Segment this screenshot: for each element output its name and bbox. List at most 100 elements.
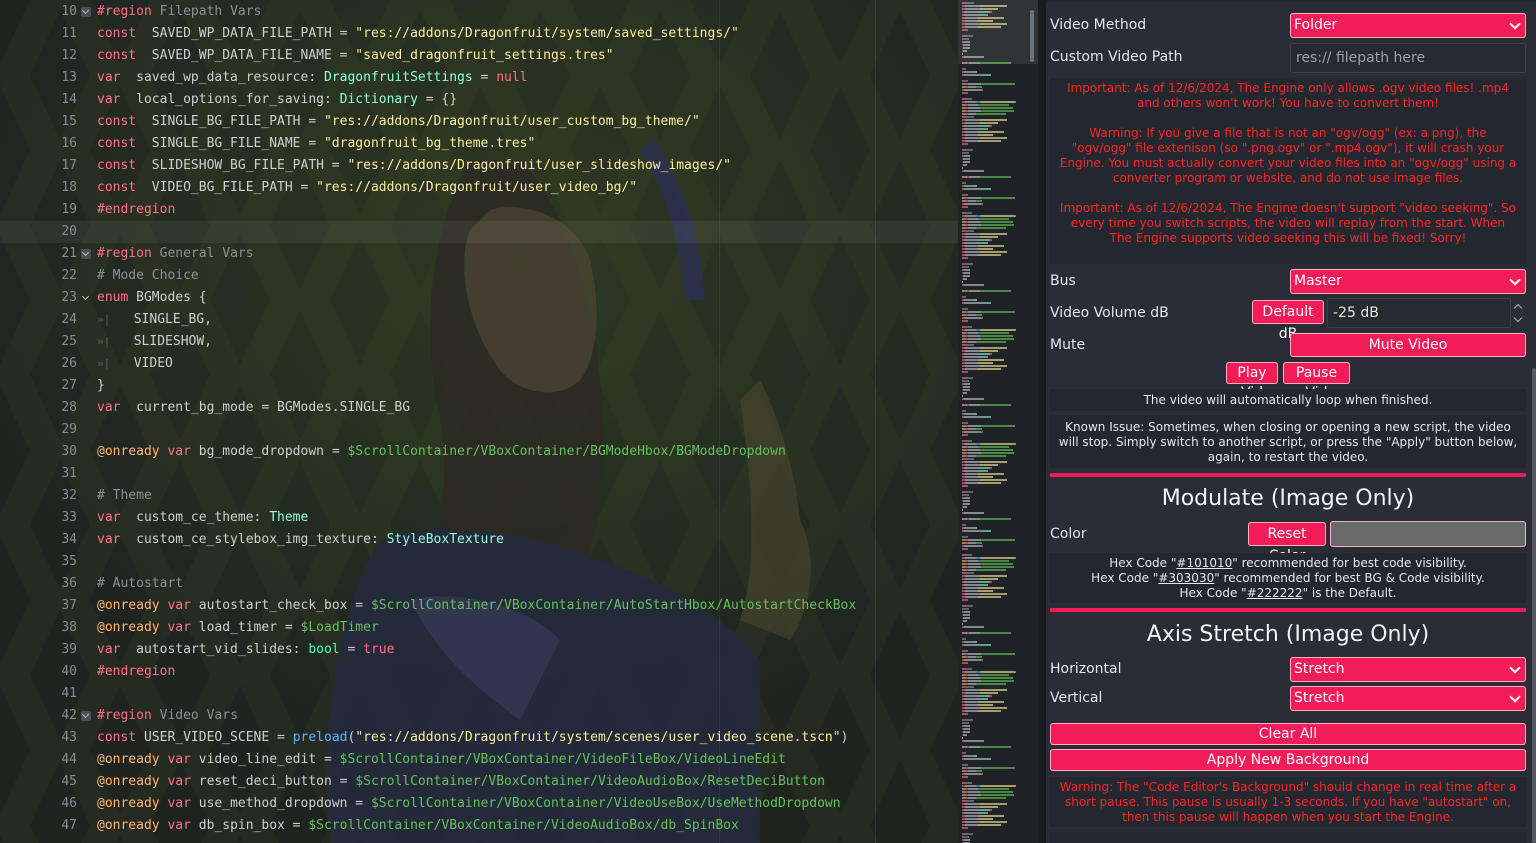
code-line[interactable]: 45 @onready var reset_deci_button = $Scro… [0, 771, 958, 793]
minimap-token [979, 659, 981, 661]
minimap-token [966, 404, 967, 406]
spin-down-icon[interactable] [1513, 313, 1523, 323]
code-token: #region [97, 4, 152, 19]
code-line[interactable]: 25 »| SLIDESHOW, [0, 331, 958, 353]
fold-closed-icon[interactable] [81, 249, 91, 259]
code-line[interactable]: 16 const SINGLE_BG_FILE_NAME = "dragonfru… [0, 133, 958, 155]
code-line[interactable]: 29 [0, 419, 958, 441]
custom-video-path-input[interactable]: res:// filepath here [1290, 43, 1526, 73]
panel-splitter[interactable] [1038, 0, 1046, 843]
minimap-token [990, 809, 992, 811]
minimap-token [976, 314, 982, 316]
code-line[interactable]: 34 var custom_ce_stylebox_img_texture: St… [0, 529, 958, 551]
code-line[interactable]: 46 @onready var use_method_dropdown = $Sc… [0, 793, 958, 815]
code-line[interactable]: 23 enum BGModes { [0, 287, 958, 309]
code-line[interactable]: 12 const SAVED_WP_DATA_FILE_NAME = "saved… [0, 45, 958, 67]
code-editor[interactable]: 10 #region Filepath Vars 11 const SAVED_WP_… [0, 0, 958, 843]
code-line[interactable]: 26 »| VIDEO [0, 353, 958, 375]
panel-scrollbar[interactable] [1532, 368, 1536, 843]
minimap-token [966, 98, 972, 100]
minimap-token [962, 548, 968, 550]
code-line[interactable]: 20 [0, 221, 958, 243]
code-line[interactable]: 30 @onready var bg_mode_dropdown = $Scrol… [0, 441, 958, 463]
code-line[interactable]: 13 var saved_wp_data_resource: Dragonfrui… [0, 67, 958, 89]
mute-video-button[interactable]: Mute Video [1290, 333, 1526, 357]
pause-vid-button[interactable]: Pause Vid [1283, 362, 1350, 401]
minimap-token [964, 125, 978, 127]
fold-open-icon[interactable] [81, 293, 91, 303]
reset-color-button[interactable]: Reset Color [1248, 522, 1326, 564]
minimap-token [978, 140, 1001, 142]
code-line[interactable]: 27} [0, 375, 958, 397]
volume-spinbox[interactable]: -25 dB [1327, 298, 1511, 328]
code-line[interactable]: 33 var custom_ce_theme: Theme [0, 507, 958, 529]
code-line[interactable]: 44 @onready var video_line_edit = $Scroll… [0, 749, 958, 771]
known-issue-note: Known Issue: Sometimes, when closing or … [1050, 415, 1526, 468]
apply-new-background-button[interactable]: Apply New Background [1050, 749, 1526, 771]
play-vid-button[interactable]: Play Vid [1226, 362, 1278, 401]
spin-up-icon[interactable] [1513, 303, 1523, 313]
minimap-token [962, 80, 968, 82]
minimap-token [966, 440, 972, 442]
minimap-token [964, 584, 979, 586]
minimap-token [981, 557, 1015, 559]
editor-scrollbar[interactable] [1030, 10, 1034, 62]
minimap-token [962, 827, 968, 829]
code-line[interactable]: 19 #endregion [0, 199, 958, 221]
code-line[interactable]: 14 var local_options_for_saving: Dictiona… [0, 89, 958, 111]
code-line[interactable]: 28 var current_bg_mode = BGModes.SINGLE_B… [0, 397, 958, 419]
code-line[interactable]: 36 # Autostart [0, 573, 958, 595]
horizontal-stretch-dropdown[interactable]: Stretch [1290, 657, 1526, 682]
code-line[interactable]: 37 @onready var autostart_check_box = $Sc… [0, 595, 958, 617]
minimap-token [962, 785, 965, 787]
clear-all-button[interactable]: Clear All [1050, 723, 1526, 745]
code-lines[interactable]: 10 #region Filepath Vars 11 const SAVED_WP_… [0, 1, 958, 837]
code-line[interactable]: 11 const SAVED_WP_DATA_FILE_PATH = "res:/… [0, 23, 958, 45]
minimap-token [965, 461, 980, 463]
code-line[interactable]: 22 # Mode Choice [0, 265, 958, 287]
bus-dropdown[interactable]: Master [1290, 269, 1526, 294]
code-line[interactable]: 38 @onready var load_timer = $LoadTimer [0, 617, 958, 639]
code-line[interactable]: 10 #region Filepath Vars [0, 1, 958, 23]
code-line[interactable]: 43 const USER_VIDEO_SCENE = preload("res:… [0, 727, 958, 749]
line-number: 35 [61, 554, 77, 569]
code-line[interactable]: 39 var autostart_vid_slides: bool = true [0, 639, 958, 661]
code-line[interactable]: 35 [0, 551, 958, 573]
color-picker-button[interactable] [1330, 521, 1526, 547]
fold-closed-icon[interactable] [81, 711, 91, 721]
code-line[interactable]: 31 [0, 463, 958, 485]
minimap-token [962, 233, 965, 235]
section-separator-2 [1050, 608, 1526, 612]
minimap-token [1015, 671, 1016, 673]
minimap-token [965, 101, 976, 103]
code-token: = {} [417, 92, 458, 107]
video-method-dropdown[interactable]: Folder [1290, 13, 1526, 38]
important-note-ogv: Important: As of 12/6/2024, The Engine o… [1067, 81, 1509, 110]
minimap-visible-region[interactable] [958, 0, 1038, 64]
minimap-token [968, 788, 978, 790]
vertical-stretch-dropdown[interactable]: Stretch [1290, 686, 1526, 711]
minimap[interactable] [958, 0, 1038, 843]
code-line[interactable]: 42 #region Video Vars [0, 705, 958, 727]
minimap-token [988, 581, 990, 583]
default-db-button[interactable]: Default dB [1252, 300, 1324, 342]
code-line[interactable]: 15 const SINGLE_BG_FILE_PATH = "res://add… [0, 111, 958, 133]
code-line[interactable]: 40 #endregion [0, 661, 958, 683]
minimap-token [962, 380, 969, 382]
minimap-token [980, 236, 998, 238]
minimap-token [962, 143, 968, 145]
code-line[interactable]: 18 const VIDEO_BG_FILE_PATH = "res://addo… [0, 177, 958, 199]
code-line[interactable]: 41 [0, 683, 958, 705]
minimap-token [962, 797, 966, 799]
fold-closed-icon[interactable] [81, 7, 91, 17]
code-line[interactable]: 32 # Theme [0, 485, 958, 507]
code-line[interactable]: 24 »| SINGLE_BG, [0, 309, 958, 331]
minimap-token [983, 416, 991, 418]
minimap-token [962, 740, 964, 742]
code-line[interactable]: 47 @onready var db_spin_box = $ScrollCont… [0, 815, 958, 837]
code-line[interactable]: 17 const SLIDESHOW_BG_FILE_PATH = "res://… [0, 155, 958, 177]
code-line[interactable]: 21 #region General Vars [0, 243, 958, 265]
code-token: const [97, 26, 137, 41]
volume-spin-arrows[interactable] [1513, 300, 1524, 326]
minimap-token [977, 773, 979, 775]
